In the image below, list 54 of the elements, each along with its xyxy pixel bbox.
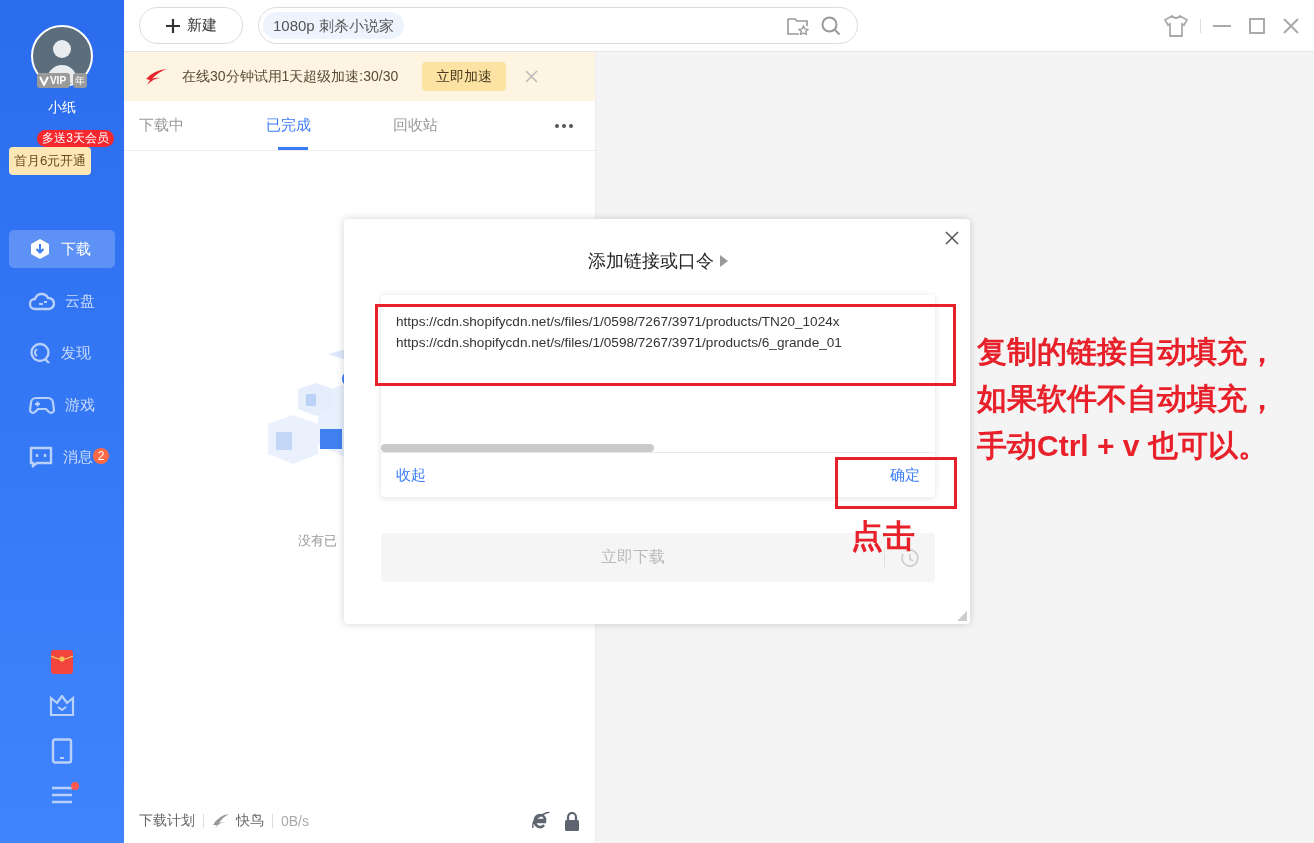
vip-label: VIP	[49, 75, 67, 86]
resize-grip-icon[interactable]	[957, 611, 967, 621]
dialog-title: 添加链接或口令	[588, 250, 714, 273]
message-icon	[29, 446, 53, 468]
more-icon[interactable]	[555, 123, 573, 128]
download-speed: 0B/s	[281, 813, 309, 829]
annotation-label: 点击	[851, 517, 915, 556]
scrollbar[interactable]	[381, 444, 654, 452]
vip-offer-button[interactable]: 首月6元开通	[9, 147, 92, 175]
banner-text: 在线30分钟试用1天超级加速:30/30	[182, 67, 399, 86]
year-badge: 年	[73, 73, 88, 88]
gamepad-icon	[29, 394, 55, 416]
accelerator-button[interactable]: 快鸟	[212, 812, 264, 830]
nav-item[interactable]: 云盘	[9, 282, 115, 320]
browser-e-icon[interactable]	[530, 811, 550, 831]
bird-icon	[144, 67, 168, 86]
minimize-icon[interactable]	[1213, 23, 1231, 28]
crown-icon[interactable]	[49, 695, 75, 717]
tab[interactable]: 下载中	[139, 101, 266, 150]
nav-item[interactable]: 发现	[9, 334, 115, 372]
link-input-field[interactable]: https://cdn.shopifycdn.net/s/files/1/0598/7267/3971/products/TN20_1024x https://cdn.shopifycdn.net/s/files/1/0598/7267/3971/products/6_grande_01	[381, 295, 935, 444]
collapse-link[interactable]: 收起	[396, 465, 426, 485]
nav-item[interactable]: 消息 2	[9, 438, 115, 476]
menu-icon[interactable]	[51, 785, 73, 805]
confirm-button[interactable]: 确定	[890, 465, 920, 485]
lock-icon[interactable]	[564, 811, 580, 831]
cloud-icon	[29, 290, 55, 312]
search-tag[interactable]: 1080p 刺杀小说家	[263, 12, 404, 39]
plus-icon	[165, 18, 180, 33]
promo-tag: 多送3天会员	[37, 130, 114, 147]
annotation-caption-line: 如果软件不自动填充，	[977, 381, 1278, 417]
maximize-icon[interactable]	[1249, 17, 1265, 34]
search-icon[interactable]	[821, 15, 841, 36]
nav-item[interactable]: 下载	[9, 230, 115, 268]
download-plan-link[interactable]: 下载计划	[139, 812, 195, 830]
folder-star-icon[interactable]	[787, 16, 809, 35]
discover-icon	[29, 342, 51, 364]
tab[interactable]: 已完成	[266, 101, 393, 150]
annotation-caption-line: 手动Ctrl + v 也可以。	[977, 428, 1269, 464]
tablet-icon[interactable]	[51, 738, 73, 764]
empty-state-text: 没有已	[298, 532, 337, 550]
vip-v-icon	[38, 75, 49, 86]
user-name: 小纸	[48, 99, 76, 117]
new-button[interactable]: 新建	[139, 7, 243, 44]
annotation-caption-line: 复制的链接自动填充，	[977, 334, 1278, 370]
gift-envelope-icon[interactable]	[51, 650, 73, 674]
shirt-icon[interactable]	[1164, 14, 1188, 37]
nav-item[interactable]: 游戏	[9, 386, 115, 424]
download-icon	[29, 238, 51, 260]
count-badge: 2	[93, 448, 109, 464]
speed-up-button[interactable]: 立即加速	[422, 62, 507, 91]
tab[interactable]: 回收站	[393, 101, 520, 150]
caret-icon[interactable]	[720, 255, 728, 267]
close-icon[interactable]	[945, 231, 959, 245]
